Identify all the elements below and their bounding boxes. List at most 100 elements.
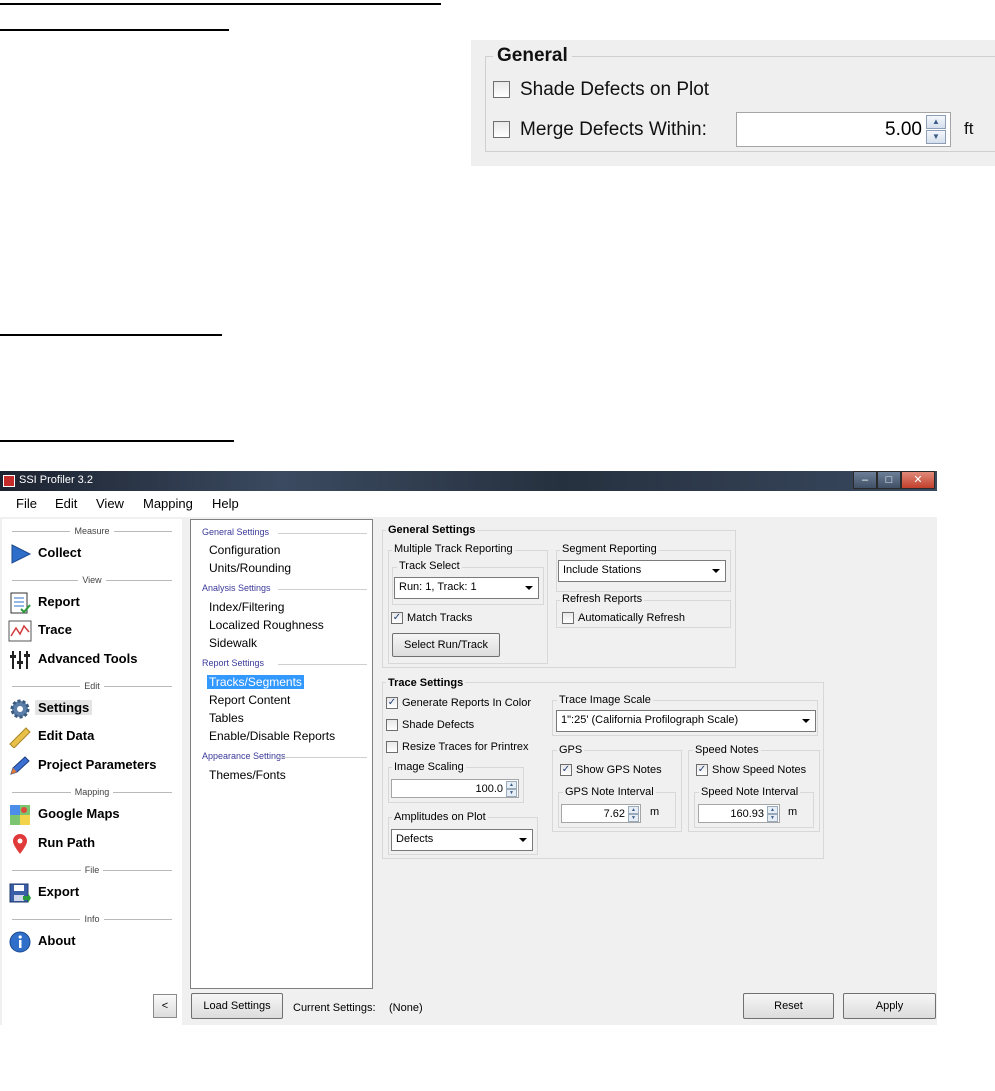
close-button[interactable]: ✕ [901, 471, 935, 489]
merge-defects-checkbox[interactable] [493, 121, 510, 138]
tree-item-tracks-segments[interactable]: Tracks/Segments [207, 675, 304, 689]
sidebar-item-collect[interactable]: Collect [6, 541, 176, 567]
current-settings-label: Current Settings: [293, 1002, 376, 1014]
sidebar-item-project-parameters[interactable]: Project Parameters [6, 753, 176, 779]
trace-image-scale-dropdown[interactable]: 1":25' (California Profilograph Scale) [556, 710, 816, 732]
merge-defects-spinner[interactable]: 5.00 ▲ ▼ [736, 112, 951, 147]
tree-item-report-content[interactable]: Report Content [207, 693, 292, 707]
tree-group-general: General Settings [202, 527, 367, 537]
menu-file[interactable]: File [16, 496, 37, 511]
app-icon [3, 475, 15, 487]
general-panel-zoom: General Shade Defects on Plot Merge Defe… [471, 40, 995, 166]
section-edit: Edit [12, 680, 172, 692]
section-file: File [12, 864, 172, 876]
speed-interval-value[interactable]: 160.93 [730, 808, 764, 820]
underline-rule [0, 29, 229, 31]
gps-interval-value[interactable]: 7.62 [604, 808, 625, 820]
tree-group-appearance: Appearance Settings [202, 751, 367, 761]
show-speed-label: Show Speed Notes [712, 764, 807, 776]
amplitudes-dropdown[interactable]: Defects [391, 829, 533, 851]
section-info: Info [12, 913, 172, 925]
spin-down-icon[interactable]: ▼ [628, 814, 639, 822]
gps-interval-label: GPS Note Interval [563, 786, 656, 799]
menu-mapping[interactable]: Mapping [143, 496, 193, 511]
tree-item-units-rounding[interactable]: Units/Rounding [207, 561, 293, 575]
spin-up-icon[interactable]: ▲ [767, 806, 778, 814]
sidebar-item-trace[interactable]: Trace [6, 618, 176, 644]
spin-up-icon[interactable]: ▲ [506, 781, 517, 789]
generate-color-checkbox[interactable]: ✓ [386, 697, 398, 709]
spin-down-icon[interactable]: ▼ [767, 814, 778, 822]
speed-interval-label: Speed Note Interval [699, 786, 801, 799]
track-select-dropdown[interactable]: Run: 1, Track: 1 [394, 577, 539, 599]
sidebar-item-run-path[interactable]: Run Path [6, 831, 176, 857]
current-settings-value: (None) [389, 1002, 423, 1014]
spin-down-icon[interactable]: ▼ [506, 789, 517, 797]
menu-edit[interactable]: Edit [55, 496, 77, 511]
select-run-track-button[interactable]: Select Run/Track [392, 633, 500, 657]
minimize-button[interactable]: – [853, 471, 877, 489]
speed-interval-spinner[interactable]: 160.93 ▲ ▼ [698, 804, 780, 823]
trace-image-scale-value: 1":25' (California Profilograph Scale) [561, 714, 739, 726]
speed-notes-label: Speed Notes [693, 744, 761, 757]
show-gps-checkbox[interactable]: ✓ [560, 764, 572, 776]
image-scaling-spinner[interactable]: 100.0 ▲ ▼ [391, 779, 519, 798]
tree-item-enable-disable[interactable]: Enable/Disable Reports [207, 729, 337, 743]
merge-defects-value[interactable]: 5.00 [885, 119, 922, 141]
reset-button[interactable]: Reset [743, 993, 834, 1019]
tree-item-sidewalk[interactable]: Sidewalk [207, 636, 259, 650]
underline-rule [0, 3, 441, 5]
sidebar-item-export[interactable]: Export [6, 880, 176, 906]
map-pin-icon [13, 834, 27, 854]
menu-view[interactable]: View [96, 496, 124, 511]
settings-content: General Settings Multiple Track Reportin… [380, 519, 935, 989]
spin-up-icon[interactable]: ▲ [628, 806, 639, 814]
trace-image-scale-label: Trace Image Scale [557, 694, 653, 707]
image-scaling-label: Image Scaling [392, 761, 466, 774]
sidebar-label: About [38, 933, 76, 948]
resize-traces-checkbox[interactable] [386, 741, 398, 753]
sidebar-item-edit-data[interactable]: Edit Data [6, 724, 176, 750]
tree-item-localized-roughness[interactable]: Localized Roughness [207, 618, 326, 632]
tree-item-tables[interactable]: Tables [207, 711, 246, 725]
gps-interval-spinner[interactable]: 7.62 ▲ ▼ [561, 804, 641, 823]
title-bar: SSI Profiler 3.2 – □ ✕ [0, 471, 937, 491]
map-icon [10, 805, 30, 825]
spin-up-icon[interactable]: ▲ [926, 115, 946, 129]
tree-item-configuration[interactable]: Configuration [207, 543, 282, 557]
segment-reporting-dropdown[interactable]: Include Stations [558, 560, 726, 582]
section-mapping: Mapping [12, 786, 172, 798]
sidebar-label: Advanced Tools [38, 651, 138, 666]
save-disk-icon [9, 883, 31, 903]
shade-defects-small-checkbox[interactable] [386, 719, 398, 731]
refresh-reports-label: Refresh Reports [560, 593, 645, 606]
tree-item-themes-fonts[interactable]: Themes/Fonts [207, 768, 288, 782]
sliders-icon [10, 651, 30, 669]
generate-color-label: Generate Reports In Color [402, 697, 532, 709]
tree-item-index-filtering[interactable]: Index/Filtering [207, 600, 286, 614]
apply-button[interactable]: Apply [843, 993, 936, 1019]
load-settings-button[interactable]: Load Settings [191, 993, 283, 1019]
segment-reporting-value: Include Stations [563, 564, 642, 576]
sidebar-item-about[interactable]: About [6, 929, 176, 955]
info-icon [9, 931, 31, 953]
shade-defects-small-label: Shade Defects [402, 719, 475, 731]
segment-reporting-label: Segment Reporting [560, 543, 659, 556]
maximize-button[interactable]: □ [877, 471, 901, 489]
spin-down-icon[interactable]: ▼ [926, 130, 946, 144]
menu-help[interactable]: Help [212, 496, 239, 511]
match-tracks-checkbox[interactable]: ✓ [391, 612, 403, 624]
underline-rule [0, 334, 222, 336]
auto-refresh-checkbox[interactable] [562, 612, 574, 624]
shade-defects-checkbox[interactable] [493, 81, 510, 98]
sidebar-item-google-maps[interactable]: Google Maps [6, 802, 176, 828]
merge-defects-label: Merge Defects Within: [520, 119, 707, 140]
sidebar-item-advanced-tools[interactable]: Advanced Tools [6, 647, 176, 673]
general-legend: General [493, 45, 572, 67]
sidebar-item-settings[interactable]: Settings [6, 696, 176, 722]
show-speed-checkbox[interactable]: ✓ [696, 764, 708, 776]
settings-tree: General Settings Configuration Units/Rou… [190, 519, 373, 989]
image-scaling-value[interactable]: 100.0 [475, 783, 503, 795]
sidebar-item-report[interactable]: Report [6, 590, 176, 616]
collapse-sidebar-button[interactable]: < [153, 994, 177, 1018]
